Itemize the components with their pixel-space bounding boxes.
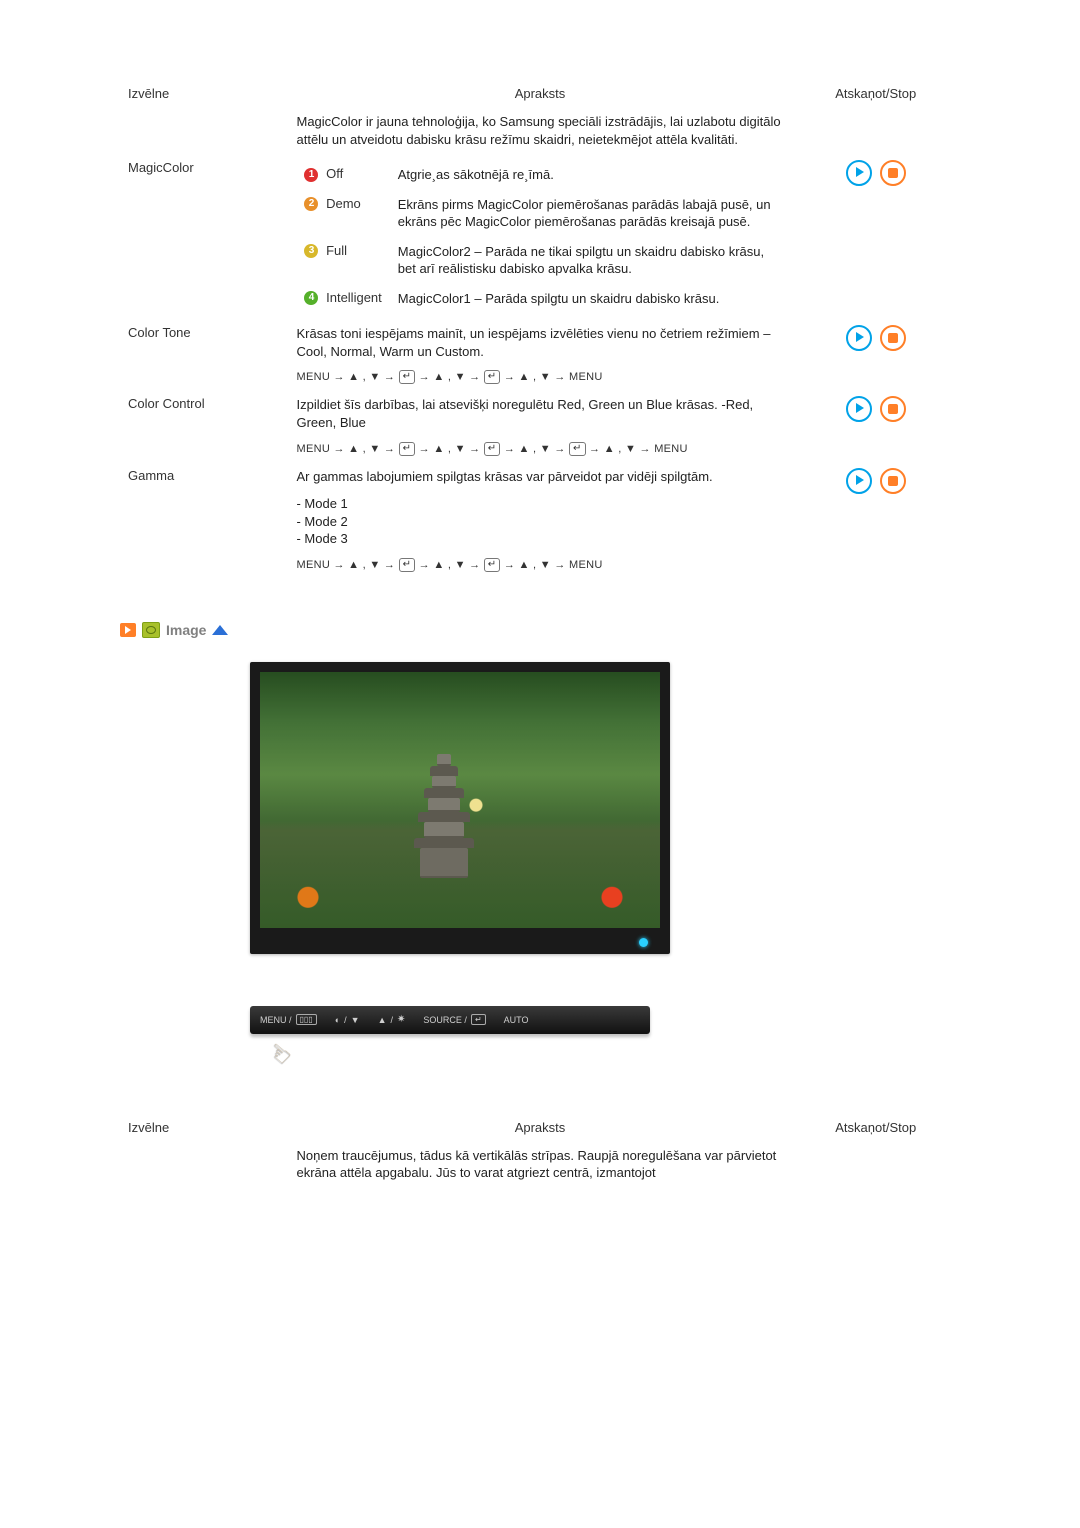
col-menu-header: Izvēlne	[120, 80, 288, 107]
col-playstop-header: Atskaņot/Stop	[791, 1114, 960, 1141]
opt-full-desc: MagicColor2 – Parāda ne tikai spilgtu un…	[390, 237, 784, 284]
pagoda-illustration	[414, 754, 474, 878]
opt-demo-desc: Ekrāns pirms MagicColor piemērošanas par…	[390, 190, 784, 237]
enter-icon: ↵	[399, 558, 416, 572]
menuitem-gamma: Gamma	[120, 462, 288, 578]
badge-1-icon: 1	[304, 168, 318, 182]
enter-icon: ↵	[484, 558, 501, 572]
opt-intelligent-label: Intelligent	[326, 290, 382, 305]
strip-auto-label[interactable]: AUTO	[504, 1015, 529, 1025]
opt-intelligent-desc: MagicColor1 – Parāda spilgtu un skaidru …	[390, 284, 784, 314]
up-arrow-icon[interactable]	[212, 625, 228, 635]
pointing-hand-icon	[268, 1038, 316, 1066]
enter-icon: ↵	[484, 442, 501, 456]
stop-icon[interactable]	[880, 160, 906, 186]
forward-icon[interactable]	[120, 623, 136, 637]
monitor-button-strip: MENU / ▯▯▯ ◐/▼ ▲/ SOURCE / ↵ AUTO	[250, 1006, 650, 1034]
stop-icon[interactable]	[880, 325, 906, 351]
menuitem-magiccolor: MagicColor	[120, 154, 288, 319]
gamma-modes: - Mode 1 - Mode 2 - Mode 3	[296, 495, 783, 548]
stop-icon[interactable]	[880, 396, 906, 422]
strip-menu-label[interactable]: MENU /	[260, 1015, 292, 1025]
enter-rect-icon[interactable]: ↵	[471, 1014, 486, 1025]
gamma-navseq: MENU → ▲ , ▼ → ↵ → ▲ , ▼ → ↵ → ▲ , ▼ → M…	[296, 558, 783, 572]
enter-icon: ↵	[484, 370, 501, 384]
play-icon[interactable]	[846, 396, 872, 422]
menuitem-colorcontrol: Color Control	[120, 390, 288, 461]
colorcontrol-navseq: MENU → ▲ , ▼ → ↵ → ▲ , ▼ → ↵ → ▲ , ▼ → ↵…	[296, 442, 783, 456]
badge-2-icon: 2	[304, 197, 318, 211]
monitor-illustration	[250, 662, 670, 954]
opt-demo-label: Demo	[326, 196, 361, 211]
view-icon[interactable]	[142, 622, 160, 638]
colortone-navseq: MENU → ▲ , ▼ → ↵ → ▲ , ▼ → ↵ → ▲ , ▼ → M…	[296, 370, 783, 384]
play-icon[interactable]	[846, 325, 872, 351]
enter-icon: ↵	[399, 370, 416, 384]
down-arrow-icon[interactable]: ▼	[351, 1015, 360, 1025]
magiccolor-intro: MagicColor ir jauna tehnoloģija, ko Sams…	[288, 107, 791, 154]
gamma-desc: Ar gammas labojumiem spilgtas krāsas var…	[296, 468, 783, 486]
badge-3-icon: 3	[304, 244, 318, 258]
col-desc-header: Apraksts	[288, 1114, 791, 1141]
brightness-down-icon[interactable]: ◐	[335, 1015, 340, 1025]
badge-4-icon: 4	[304, 291, 318, 305]
colorcontrol-desc: Izpildiet šīs darbības, lai atsevišķi no…	[296, 396, 783, 431]
stop-icon[interactable]	[880, 468, 906, 494]
section-image-label: Image	[166, 622, 206, 638]
play-icon[interactable]	[846, 468, 872, 494]
brightness-icon[interactable]	[397, 1014, 405, 1025]
power-led-icon	[639, 938, 648, 947]
colortone-desc: Krāsas toni iespējams mainīt, un iespēja…	[296, 325, 783, 360]
menuitem-colortone: Color Tone	[120, 319, 288, 390]
coarse-desc: Noņem traucējumus, tādus kā vertikālās s…	[288, 1141, 791, 1188]
up-arrow-icon[interactable]: ▲	[378, 1015, 387, 1025]
col-desc-header: Apraksts	[288, 80, 791, 107]
enter-icon: ↵	[569, 442, 586, 456]
strip-source-label[interactable]: SOURCE /	[423, 1015, 467, 1025]
opt-full-label: Full	[326, 243, 347, 258]
menu-rect-icon[interactable]: ▯▯▯	[296, 1014, 317, 1025]
col-menu-header: Izvēlne	[120, 1114, 288, 1141]
enter-icon: ↵	[399, 442, 416, 456]
opt-off-label: Off	[326, 166, 343, 181]
col-playstop-header: Atskaņot/Stop	[791, 80, 960, 107]
play-icon[interactable]	[846, 160, 872, 186]
opt-off-desc: Atgrie¸as sākotnējā re¸īmā.	[390, 160, 784, 190]
